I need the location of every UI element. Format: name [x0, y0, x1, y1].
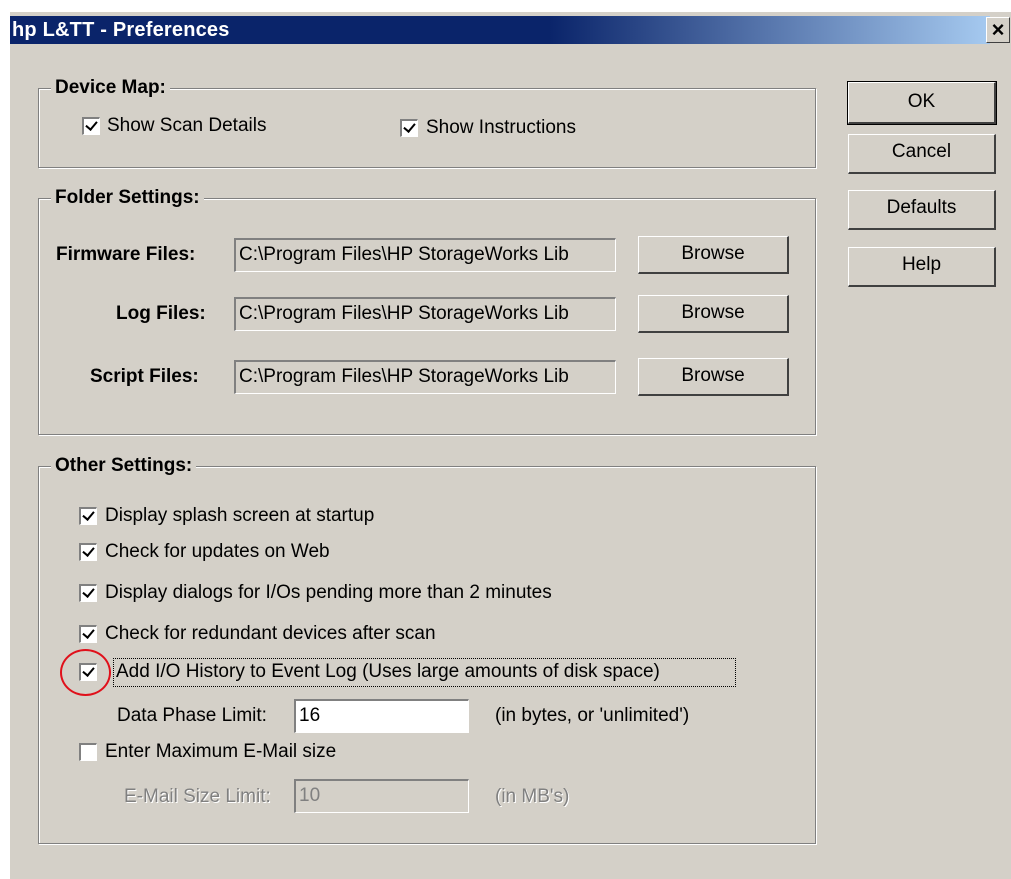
data-phase-limit-input[interactable]: 16 [294, 699, 469, 733]
script-browse-button[interactable]: Browse [638, 358, 789, 396]
firmware-browse-button[interactable]: Browse [638, 236, 789, 274]
title-bar: hp L&TT - Preferences × [10, 12, 1011, 48]
window-title: hp L&TT - Preferences [10, 16, 990, 44]
other-settings-title: Other Settings: [51, 454, 197, 478]
show-scan-details-label[interactable]: Show Scan Details [107, 114, 266, 138]
max-email-checkbox[interactable] [79, 743, 97, 761]
pending-dialogs-label[interactable]: Display dialogs for I/Os pending more th… [105, 581, 552, 605]
log-files-path[interactable]: C:\Program Files\HP StorageWorks Lib [234, 297, 616, 331]
ok-button[interactable]: OK [847, 81, 997, 125]
email-size-limit-hint: (in MB's) [495, 786, 570, 807]
pending-dialogs-checkbox[interactable] [79, 584, 97, 602]
email-size-limit-label: E-Mail Size Limit: [124, 786, 271, 807]
show-scan-details-checkbox[interactable] [82, 117, 100, 135]
folder-settings-title: Folder Settings: [51, 186, 204, 210]
firmware-files-label: Firmware Files: [56, 244, 196, 265]
max-email-label[interactable]: Enter Maximum E-Mail size [105, 740, 336, 764]
show-instructions-label[interactable]: Show Instructions [426, 116, 576, 140]
script-files-path[interactable]: C:\Program Files\HP StorageWorks Lib [234, 360, 616, 394]
defaults-button[interactable]: Defaults [848, 190, 996, 230]
log-files-label: Log Files: [116, 303, 206, 324]
help-button[interactable]: Help [848, 247, 996, 287]
cancel-button[interactable]: Cancel [848, 134, 996, 174]
check-updates-label[interactable]: Check for updates on Web [105, 540, 330, 564]
data-phase-limit-label: Data Phase Limit: [117, 705, 267, 726]
splash-screen-label[interactable]: Display splash screen at startup [105, 504, 374, 528]
device-map-title: Device Map: [51, 76, 170, 100]
io-history-label[interactable]: Add I/O History to Event Log (Uses large… [116, 660, 660, 684]
firmware-files-path[interactable]: C:\Program Files\HP StorageWorks Lib [234, 238, 616, 272]
email-size-limit-input[interactable]: 10 [294, 779, 469, 813]
redundant-devices-checkbox[interactable] [79, 625, 97, 643]
close-button[interactable]: × [986, 17, 1010, 43]
check-updates-checkbox[interactable] [79, 543, 97, 561]
splash-screen-checkbox[interactable] [79, 507, 97, 525]
annotation-circle [60, 649, 111, 696]
show-instructions-checkbox[interactable] [400, 119, 418, 137]
redundant-devices-label[interactable]: Check for redundant devices after scan [105, 622, 436, 646]
log-browse-button[interactable]: Browse [638, 295, 789, 333]
preferences-dialog: hp L&TT - Preferences × Device Map: Show… [10, 12, 1011, 879]
data-phase-limit-hint: (in bytes, or 'unlimited') [495, 705, 690, 726]
script-files-label: Script Files: [90, 366, 199, 387]
